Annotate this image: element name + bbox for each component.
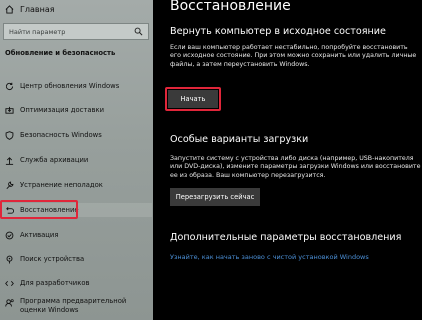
backup-icon — [5, 156, 14, 165]
sidebar-item-developers[interactable]: Для разработчиков — [0, 276, 152, 290]
search-box[interactable] — [3, 23, 149, 40]
sidebar-item-label: Для разработчиков — [20, 279, 90, 287]
sidebar-item-find-device[interactable]: Поиск устройства — [0, 252, 152, 266]
nav-home[interactable]: Главная — [5, 2, 55, 16]
sidebar-item-windows-update[interactable]: Центр обновления Windows — [0, 79, 152, 93]
sidebar-item-label: Восстановление — [20, 206, 79, 214]
sidebar: Главная Обновление и безопасность Центр … — [0, 0, 153, 320]
sidebar-item-label: Служба архивации — [20, 156, 89, 164]
sidebar-item-label: Поиск устройства — [20, 255, 85, 263]
nav-home-label: Главная — [20, 4, 55, 14]
insider-icon — [5, 299, 14, 307]
section-title: Обновление и безопасность — [5, 49, 116, 57]
reset-heading: Вернуть компьютер в исходное состояние — [170, 26, 386, 37]
refresh-icon — [5, 82, 14, 90]
locate-icon — [6, 255, 13, 264]
developer-icon — [5, 280, 14, 286]
home-icon — [5, 4, 14, 14]
activation-icon — [5, 231, 14, 239]
sidebar-item-label: Центр обновления Windows — [20, 82, 120, 90]
more-recovery-heading: Дополнительные параметры восстановления — [170, 232, 402, 243]
sidebar-item-backup[interactable]: Служба архивации — [0, 153, 152, 167]
start-reset-button[interactable]: Начать — [168, 90, 218, 108]
sidebar-item-troubleshoot[interactable]: Устранение неполадок — [0, 178, 152, 192]
sidebar-item-recovery[interactable]: Восстановление — [0, 203, 152, 217]
advanced-boot-heading: Особые варианты загрузки — [170, 134, 309, 145]
sidebar-item-label: Устранение неполадок — [20, 181, 103, 189]
restart-now-button[interactable]: Перезагрузить сейчас — [170, 188, 260, 206]
shield-icon — [5, 130, 14, 140]
reset-description: Если ваш компьютер работает нестабильно,… — [170, 44, 417, 68]
delivery-icon — [5, 106, 14, 114]
sidebar-item-delivery-optimization[interactable]: Оптимизация доставки — [0, 103, 152, 117]
sidebar-item-label: Оптимизация доставки — [20, 106, 105, 114]
wrench-icon — [6, 181, 14, 189]
recovery-icon — [6, 206, 14, 214]
sidebar-item-label: Активация — [20, 231, 59, 239]
search-input[interactable] — [4, 23, 131, 40]
main-panel: Восстановление Вернуть компьютер в исход… — [153, 0, 422, 320]
advanced-boot-description: Запустите систему с устройства либо диск… — [170, 155, 421, 179]
sidebar-item-activation[interactable]: Активация — [0, 228, 152, 242]
sidebar-item-label: Программа предварительной оценки Windows — [20, 297, 127, 314]
sidebar-item-label: Безопасность Windows — [20, 131, 102, 139]
sidebar-item-insider[interactable]: Программа предварительной оценки Windows — [0, 297, 152, 317]
clean-install-link[interactable]: Узнайте, как начать заново с чистой уста… — [170, 253, 369, 261]
sidebar-item-windows-security[interactable]: Безопасность Windows — [0, 128, 152, 142]
search-icon[interactable] — [134, 27, 143, 36]
page-title: Восстановление — [170, 0, 291, 14]
